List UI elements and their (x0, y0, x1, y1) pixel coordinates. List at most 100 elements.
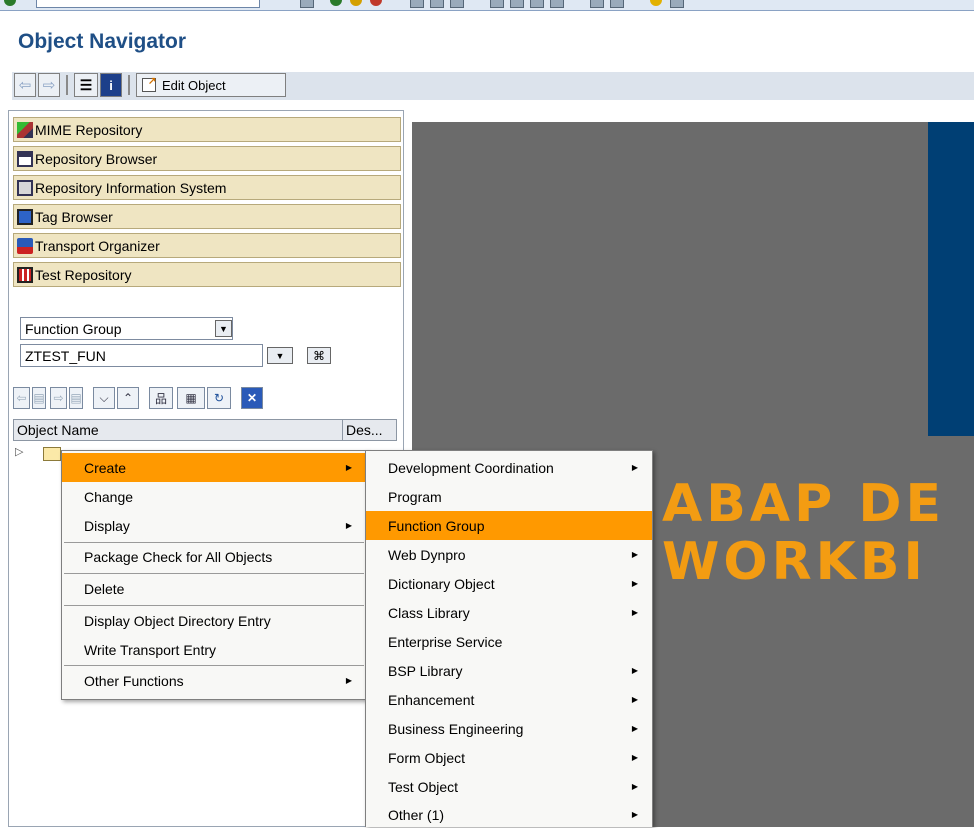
forward-button[interactable]: ⇨ (38, 73, 60, 97)
collapse-all-icon[interactable]: ⌃ (117, 387, 139, 409)
command-field[interactable] (36, 0, 260, 8)
submenu-item-business-engineering[interactable]: Business Engineering ▶ (366, 714, 652, 743)
hierarchy-icon[interactable]: 品 (149, 387, 173, 409)
help-icon[interactable] (650, 0, 662, 6)
info-icon: i (109, 77, 113, 93)
display-list-icon[interactable]: ▦ (177, 387, 205, 409)
tree-toolbar: ⇦ ▤ ⇨ ▤ ⌵ ⌃ 品 ▦ ↻ ✕ (13, 383, 403, 415)
column-divider[interactable] (342, 419, 343, 441)
display-glasses-icon[interactable]: ⌘ (307, 347, 331, 364)
menu-item-label: Other (1) (388, 806, 445, 823)
previous-object-icon[interactable]: ⇦ (13, 387, 30, 409)
submenu-item-dictionary-object[interactable]: Dictionary Object ▶ (366, 569, 652, 598)
submenu-item-development-coordination[interactable]: Development Coordination ▶ (366, 453, 652, 482)
submenu-arrow-icon: ▶ (631, 666, 638, 675)
layout-menu-icon[interactable] (670, 0, 684, 8)
submenu-arrow-icon: ▶ (345, 676, 352, 685)
chevron-down-icon[interactable]: ▼ (215, 320, 232, 337)
history-dropdown-button[interactable]: ▼ (267, 347, 293, 364)
back-button[interactable]: ⇦ (14, 73, 36, 97)
other-object-button[interactable]: ☰ (74, 73, 98, 97)
column-object-name[interactable]: Object Name (17, 422, 99, 438)
submenu-item-function-group[interactable]: Function Group (366, 511, 652, 540)
folder-icon (43, 447, 61, 461)
submenu-arrow-icon: ▶ (631, 608, 638, 617)
submenu-arrow-icon: ▶ (345, 463, 352, 472)
page-title: Object Navigator (18, 30, 187, 53)
submenu-item-web-dynpro[interactable]: Web Dynpro ▶ (366, 540, 652, 569)
menu-item-label: Business Engineering (388, 720, 524, 737)
enter-icon[interactable] (4, 0, 16, 6)
nav-transport-organizer[interactable]: Transport Organizer (13, 233, 401, 258)
transport-organizer-icon (17, 237, 33, 254)
info-button[interactable]: i (100, 73, 122, 97)
submenu-item-other[interactable]: Other (1) ▶ (366, 801, 652, 828)
nav-label: Tag Browser (35, 208, 113, 225)
exit-icon[interactable] (350, 0, 362, 6)
list-icon[interactable]: ▤ (32, 387, 46, 409)
find-next-icon[interactable] (450, 0, 464, 8)
first-page-icon[interactable] (490, 0, 504, 8)
column-description[interactable]: Des... (346, 422, 383, 438)
menu-item-delete[interactable]: Delete (62, 574, 366, 603)
menu-item-label: Class Library (388, 604, 470, 621)
shortcut-icon[interactable] (610, 0, 624, 8)
next-object-icon[interactable]: ⇨ (50, 387, 67, 409)
menu-item-change[interactable]: Change (62, 482, 366, 511)
submenu-item-form-object[interactable]: Form Object ▶ (366, 743, 652, 772)
nav-tag-browser[interactable]: Tag Browser (13, 204, 401, 229)
edit-object-button[interactable]: ↗ Edit Object (136, 73, 286, 97)
menu-item-display-object-directory-entry[interactable]: Display Object Directory Entry (62, 606, 366, 635)
submenu-arrow-icon: ▶ (631, 782, 638, 791)
next-page-icon[interactable] (530, 0, 544, 8)
menu-item-display[interactable]: Display ▶ (62, 511, 366, 540)
object-name-value: ZTEST_FUN (25, 347, 106, 364)
submenu-arrow-icon: ▶ (631, 810, 638, 819)
menu-item-label: Function Group (388, 517, 485, 534)
find-icon[interactable] (430, 0, 444, 8)
cancel-icon[interactable] (370, 0, 382, 6)
submenu-item-test-object[interactable]: Test Object ▶ (366, 772, 652, 801)
submenu-item-class-library[interactable]: Class Library ▶ (366, 598, 652, 627)
save-icon[interactable] (300, 0, 314, 8)
back-icon[interactable] (330, 0, 342, 6)
menu-item-label: Enhancement (388, 691, 475, 708)
mime-repository-icon (17, 121, 33, 138)
nav-repository-browser[interactable]: Repository Browser (13, 146, 401, 171)
menu-item-label: Enterprise Service (388, 633, 503, 650)
expand-all-icon[interactable]: ⌵ (93, 387, 115, 409)
submenu-item-bsp-library[interactable]: BSP Library ▶ (366, 656, 652, 685)
expand-triangle-icon[interactable]: ▷ (15, 445, 23, 458)
splash-title-line1: ABAP DE (662, 474, 946, 534)
nav-label: Transport Organizer (35, 237, 160, 254)
submenu-item-enterprise-service[interactable]: Enterprise Service (366, 627, 652, 656)
menu-item-label: Display Object Directory Entry (84, 612, 271, 629)
menu-item-package-check[interactable]: Package Check for All Objects (62, 542, 366, 571)
menu-item-label: Create (84, 459, 127, 476)
menu-item-label: Write Transport Entry (84, 641, 217, 658)
menu-item-label: Change (84, 488, 134, 505)
previous-page-icon[interactable] (510, 0, 524, 8)
object-name-input[interactable]: ZTEST_FUN (20, 344, 263, 367)
close-icon[interactable]: ✕ (241, 387, 263, 409)
object-type-select[interactable]: Function Group (20, 317, 233, 340)
nav-repository-information-system[interactable]: Repository Information System (13, 175, 401, 200)
submenu-arrow-icon: ▶ (631, 753, 638, 762)
tree-column-header: Object Name Des... (13, 419, 397, 441)
last-page-icon[interactable] (550, 0, 564, 8)
menu-item-label: Program (388, 488, 442, 505)
menu-item-write-transport-entry[interactable]: Write Transport Entry (62, 635, 366, 664)
submenu-arrow-icon: ▶ (631, 550, 638, 559)
submenu-arrow-icon: ▶ (631, 579, 638, 588)
list-icon[interactable]: ▤ (69, 387, 83, 409)
submenu-item-program[interactable]: Program (366, 482, 652, 511)
refresh-icon[interactable]: ↻ (207, 387, 231, 409)
new-session-icon[interactable] (590, 0, 604, 8)
menu-item-other-functions[interactable]: Other Functions ▶ (62, 666, 366, 695)
menu-item-create[interactable]: Create ▶ (62, 453, 366, 482)
submenu-item-enhancement[interactable]: Enhancement ▶ (366, 685, 652, 714)
nav-test-repository[interactable]: Test Repository (13, 262, 401, 287)
nav-mime-repository[interactable]: MIME Repository (13, 117, 401, 142)
edit-object-icon: ↗ (142, 76, 156, 92)
print-icon[interactable] (410, 0, 424, 8)
